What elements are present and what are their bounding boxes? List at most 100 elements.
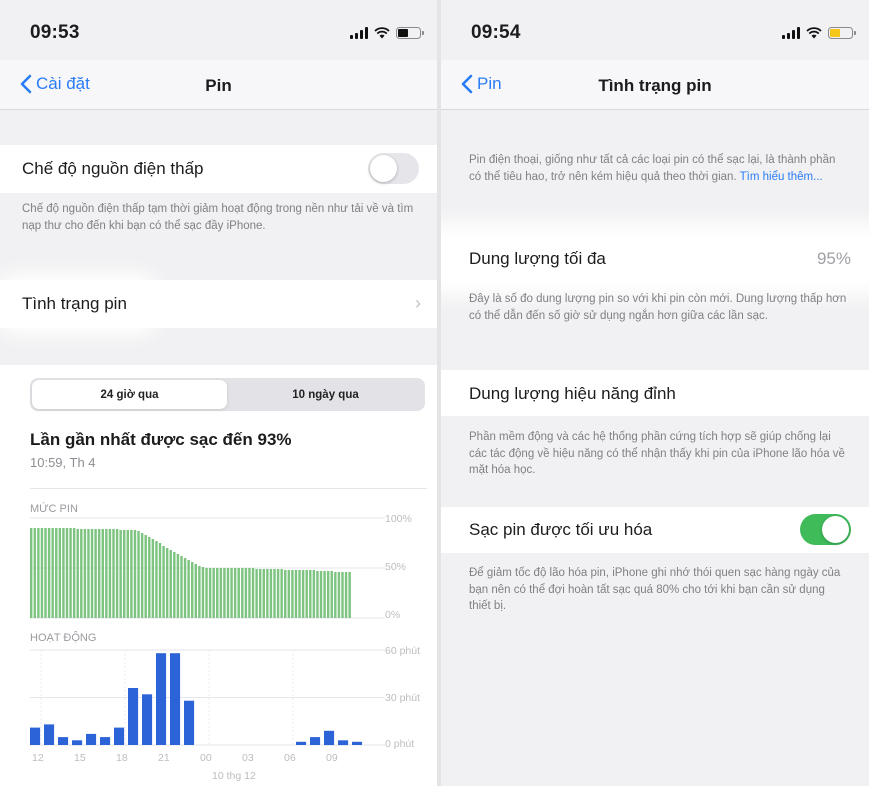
battery-level-bar bbox=[97, 529, 101, 618]
battery-level-bar bbox=[198, 566, 201, 618]
x-tick-label: 15 bbox=[74, 752, 86, 764]
status-icons bbox=[350, 25, 424, 41]
segment-24-hours[interactable]: 24 giờ qua bbox=[32, 380, 227, 409]
peak-performance-footer: Phần mềm động và các hệ thống phần cứng … bbox=[469, 431, 845, 476]
battery-level-bar bbox=[341, 572, 344, 618]
battery-level-bar bbox=[273, 569, 276, 618]
battery-level-bar bbox=[169, 550, 172, 618]
battery-level-bar bbox=[37, 528, 40, 618]
page-title: Pin bbox=[205, 76, 232, 95]
battery-level-bar bbox=[319, 571, 323, 618]
battery-level-bar bbox=[280, 569, 283, 618]
time-range-segmented-control: 24 giờ qua 10 ngày qua bbox=[30, 378, 425, 411]
x-tick-label: 21 bbox=[158, 752, 170, 764]
battery-level-bar bbox=[47, 528, 51, 618]
battery-level-bar bbox=[69, 528, 72, 618]
activity-chart bbox=[30, 649, 385, 746]
battery-level-bar bbox=[133, 530, 137, 618]
x-tick-label: 00 bbox=[200, 752, 212, 764]
x-tick-label: 18 bbox=[116, 752, 128, 764]
battery-level-bar bbox=[144, 535, 147, 618]
battery-level-bar bbox=[223, 568, 226, 618]
activity-bar bbox=[86, 733, 97, 745]
low-power-mode-label: Chế độ nguồn điện thấp bbox=[22, 159, 204, 178]
status-bar: 09:54 bbox=[441, 0, 869, 60]
battery-level-bar bbox=[90, 529, 94, 618]
battery-level-bar bbox=[183, 558, 187, 618]
battery-level-bar bbox=[284, 570, 287, 618]
battery-health-row[interactable]: Tình trạng pin › bbox=[0, 280, 437, 328]
battery-level-bar bbox=[298, 570, 301, 618]
optimized-charging-toggle[interactable] bbox=[800, 514, 851, 545]
segment-10-days[interactable]: 10 ngày qua bbox=[228, 380, 423, 409]
y-tick-label: 0 phút bbox=[385, 738, 415, 750]
battery-level-bar bbox=[126, 530, 130, 618]
battery-level-bar bbox=[330, 571, 333, 618]
battery-level-bar bbox=[251, 568, 255, 618]
divider bbox=[30, 488, 427, 489]
low-power-mode-toggle[interactable] bbox=[368, 153, 419, 184]
battery-level-bar bbox=[201, 567, 205, 618]
max-capacity-label: Dung lượng tối đa bbox=[469, 249, 606, 268]
battery-level-bar bbox=[248, 568, 251, 618]
battery-level-bar bbox=[40, 528, 44, 618]
battery-level-bar bbox=[30, 528, 33, 618]
battery-level-bar bbox=[312, 570, 316, 618]
activity-bar bbox=[184, 700, 195, 745]
battery-level-bar bbox=[58, 528, 62, 618]
battery-level-bar bbox=[323, 571, 326, 618]
battery-level-bar bbox=[226, 568, 230, 618]
y-tick-label: 100% bbox=[385, 513, 412, 525]
battery-level-bar bbox=[291, 570, 294, 618]
battery-level-bar bbox=[258, 569, 262, 618]
nav-bar: Pin Tình trạng pin bbox=[441, 60, 869, 110]
battery-level-bar bbox=[44, 528, 47, 618]
activity-bar bbox=[30, 727, 41, 745]
battery-level-bar bbox=[72, 528, 76, 618]
activity-bar bbox=[128, 688, 139, 745]
activity-bar bbox=[296, 741, 307, 745]
battery-level-bar bbox=[65, 528, 69, 618]
battery-level-bar bbox=[237, 568, 240, 618]
activity-bar bbox=[100, 737, 111, 745]
battery-settings-screen: 09:53 Cài đặt Pin Chế độ nguồn điện thấp… bbox=[0, 0, 437, 786]
peak-performance-label: Dung lượng hiệu năng đỉnh bbox=[469, 384, 676, 403]
battery-level-bar bbox=[309, 570, 312, 618]
peak-performance-row: Dung lượng hiệu năng đỉnh bbox=[441, 370, 869, 416]
battery-level-bar bbox=[94, 529, 97, 618]
battery-level-chart-title: MỨC PIN bbox=[30, 503, 78, 515]
optimized-charging-row: Sạc pin được tối ưu hóa bbox=[441, 507, 869, 553]
battery-level-bar bbox=[119, 530, 122, 618]
battery-level-bar bbox=[194, 564, 198, 618]
battery-health-label: Tình trạng pin bbox=[14, 287, 141, 321]
y-tick-label: 50% bbox=[385, 561, 407, 573]
battery-level-bar bbox=[101, 529, 104, 618]
y-tick-label: 30 phút bbox=[385, 692, 421, 704]
status-time: 09:53 bbox=[30, 22, 80, 43]
x-tick-label: 12 bbox=[32, 752, 44, 764]
battery-level-bar bbox=[334, 572, 337, 618]
battery-level-bar bbox=[33, 528, 37, 618]
battery-level-bar bbox=[108, 529, 112, 618]
activity-bar bbox=[310, 737, 321, 745]
battery-level-bar bbox=[266, 569, 269, 618]
battery-level-bar bbox=[337, 572, 341, 618]
status-icons bbox=[782, 25, 856, 41]
chevron-right-icon: › bbox=[415, 293, 421, 313]
activity-bar bbox=[58, 737, 69, 745]
intro-text: Pin điện thoại, giống như tất cả các loạ… bbox=[469, 152, 849, 185]
learn-more-link[interactable]: Tìm hiểu thêm... bbox=[740, 171, 823, 183]
low-power-mode-footer: Chế độ nguồn điện thấp tạm thời giảm hoạ… bbox=[22, 203, 414, 232]
battery-level-bar bbox=[76, 529, 79, 618]
cellular-signal-icon bbox=[350, 27, 368, 39]
battery-level-bar bbox=[262, 569, 265, 618]
battery-level-bar bbox=[255, 569, 258, 618]
battery-level-bar bbox=[137, 531, 140, 618]
battery-health-screen: 09:54 Pin Tình trạng pin Pin điện thoại,… bbox=[441, 0, 869, 786]
battery-level-bar bbox=[269, 569, 273, 618]
battery-level-bar bbox=[123, 530, 126, 618]
status-time: 09:54 bbox=[471, 22, 521, 43]
page-title: Tình trạng pin bbox=[598, 76, 712, 95]
activity-bar bbox=[352, 741, 363, 745]
optimized-charging-footer: Để giảm tốc độ lão hóa pin, iPhone ghi n… bbox=[469, 567, 841, 612]
